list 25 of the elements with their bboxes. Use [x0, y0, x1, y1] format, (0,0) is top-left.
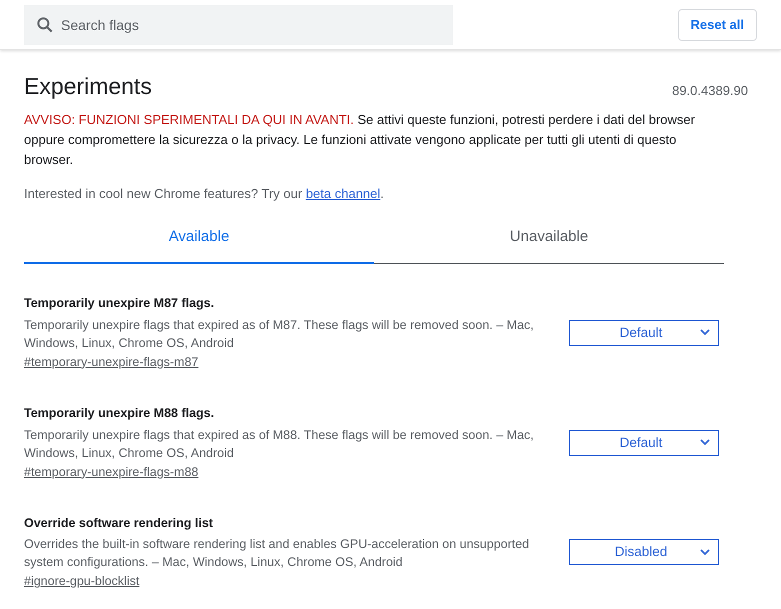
flag-link[interactable]: #temporary-unexpire-flags-m87 [24, 352, 198, 372]
reset-all-button[interactable]: Reset all [678, 8, 757, 40]
version-text: 89.0.4389.90 [672, 82, 748, 100]
beta-channel-link[interactable]: beta channel [306, 186, 380, 201]
tab[interactable]: Available [24, 226, 374, 264]
chevron-down-icon [700, 548, 710, 556]
chevron-down-icon [700, 439, 710, 446]
flag-select[interactable]: Disabled [569, 539, 719, 566]
search-field[interactable]: Search flags [24, 4, 453, 44]
promo-text: Interested in cool new Chrome features? Try our beta channel. [24, 185, 385, 203]
page-title: Experiments [24, 72, 152, 100]
flag-link[interactable]: #temporary-unexpire-flags-m88 [24, 462, 198, 482]
flag-title: Override software rendering list [24, 514, 214, 532]
flag-link[interactable]: #ignore-gpu-blocklist [24, 571, 140, 592]
flag-description: Temporarily unexpire flags that expired as of M88. These flags will be removed soon. – Mac, Windows, Linux, Chrome OS, Android [24, 426, 535, 462]
tab[interactable]: Unavailable [374, 226, 724, 263]
warning-text: AVVISO: FUNZIONI SPERIMENTALI DA QUI IN AVANTI. Se attivi queste funzioni, potresti perdere i dati del browser oppure compromettere la sicurezza o la privacy. Le funzioni attivate vengono applicate per tutti gli utenti di questo browser. [24, 111, 696, 169]
flag-title: Temporarily unexpire M88 flags. [24, 404, 216, 422]
search-icon [35, 14, 55, 34]
flag-description: Temporarily unexpire flags that expired as of M87. These flags will be removed soon. – Mac, Windows, Linux, Chrome OS, Android [24, 316, 535, 352]
flag-description: Overrides the built-in software rendering list and enables GPU-acceleration on unsupported system configurations. – Mac, Windows, Linux, Chrome OS, Android [24, 536, 530, 572]
chevron-down-icon [700, 329, 710, 336]
flag-select[interactable]: Default [569, 430, 719, 456]
flag-select[interactable]: Default [569, 320, 719, 346]
flag-title: Temporarily unexpire M87 flags. [24, 295, 216, 312]
